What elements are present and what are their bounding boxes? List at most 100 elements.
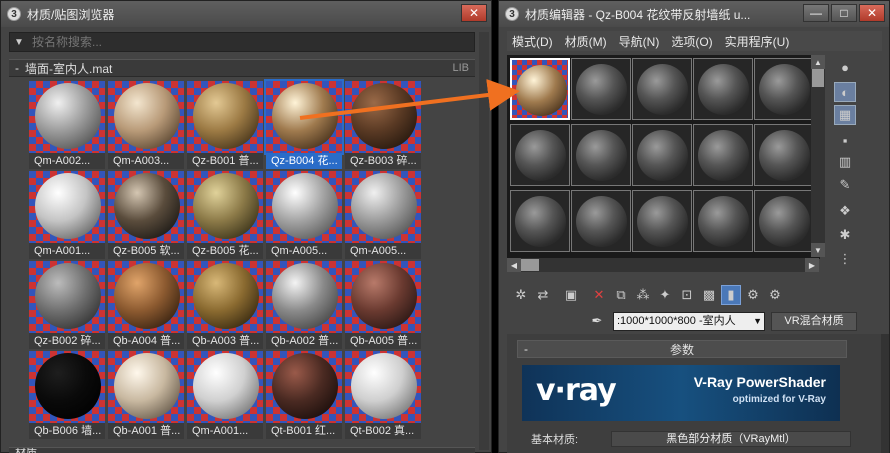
scroll-left-icon[interactable]: ◀ [507,258,521,272]
reset-map-icon[interactable]: ✕ [589,285,609,305]
menu-material[interactable]: 材质(M) [565,33,607,50]
material-name-label: Qz-B005 花... [187,243,263,259]
sample-slot[interactable] [571,124,631,186]
material-thumbnail[interactable]: Qm-A005... [345,171,421,259]
scroll-up-icon[interactable]: ▲ [811,55,825,69]
material-thumbnail[interactable]: Qb-B006 墙... [29,351,105,439]
material-thumbnail[interactable]: Qb-A002 普... [266,261,342,349]
make-copy-icon[interactable]: ⧉ [611,285,631,305]
material-thumbnail[interactable]: Qm-A003... [108,81,184,169]
sample-slot[interactable] [754,58,814,120]
vray-banner-title: V-Ray PowerShader [693,374,826,390]
material-map-navigator-icon[interactable]: ⋮ [834,249,856,269]
put-to-library-icon[interactable]: ✦ [655,285,675,305]
browser-vertical-scrollbar[interactable] [479,32,489,450]
sample-slot[interactable] [632,124,692,186]
assign-to-selection-icon[interactable]: ▣ [561,285,581,305]
material-thumbnail[interactable]: Qt-B001 红... [266,351,342,439]
library-rollout-header[interactable]: - 墙面-室内人.mat LIB [9,59,475,77]
editor-maximize-button[interactable]: □ [831,4,857,22]
collapse-minus-icon[interactable]: - [15,61,19,75]
material-type-button[interactable]: VR混合材质 [771,311,857,331]
put-to-scene-icon[interactable]: ⇄ [533,285,553,305]
material-name-label: Qz-B002 碎... [29,333,105,349]
parameters-rollout-header[interactable]: - 参数 [517,340,847,358]
browser-close-button[interactable]: ✕ [461,4,487,22]
browser-titlebar[interactable]: 3 材质/贴图浏览器 ✕ [1,1,491,27]
material-thumbnail[interactable]: Qz-B005 花... [187,171,263,259]
material-id-channel-icon[interactable]: ⊡ [677,285,697,305]
go-forward-sibling-icon[interactable]: ⚙ [765,285,785,305]
sample-slot[interactable] [510,124,570,186]
slots-vertical-scrollbar[interactable]: ▲ ▼ [811,55,825,257]
show-end-result-icon[interactable]: ▮ [721,285,741,305]
background-checker-icon[interactable]: ▦ [834,105,856,125]
scroll-down-icon[interactable]: ▼ [811,243,825,257]
material-thumbnail[interactable]: Qz-B002 碎... [29,261,105,349]
material-thumbnail[interactable]: Qm-A005... [266,171,342,259]
editor-titlebar[interactable]: 3 材质编辑器 - Qz-B004 花纹带反射墙纸 u... — □ ✕ [499,1,889,27]
material-thumbnail[interactable]: Qz-B005 软... [108,171,184,259]
material-name-label: Qb-A004 普... [108,333,184,349]
base-material-button[interactable]: 黑色部分材质（VRayMtl） [611,431,851,447]
sample-slot[interactable] [510,190,570,252]
search-by-name-input[interactable] [28,33,474,51]
sample-slot[interactable] [754,124,814,186]
pick-material-eyedropper-icon[interactable]: ✒ [587,311,607,331]
sample-slot[interactable] [693,190,753,252]
material-sphere [35,353,101,419]
scroll-thumb[interactable] [812,69,824,87]
sample-sphere [637,130,688,181]
material-thumbnail[interactable]: Qb-A003 普... [187,261,263,349]
material-thumbnail[interactable]: Qb-A001 普... [108,351,184,439]
make-unique-icon[interactable]: ⁂ [633,285,653,305]
sample-sphere [515,130,566,181]
show-map-in-viewport-icon[interactable]: ▩ [699,285,719,305]
base-material-row: 基本材质: 黑色部分材质（VRayMtl） [531,430,851,448]
material-preview-image [29,261,105,333]
material-thumbnail[interactable]: Qb-A005 普... [345,261,421,349]
material-thumbnail[interactable]: Qm-A001... [29,171,105,259]
sample-slot-active[interactable] [510,58,570,120]
collapse-minus-icon[interactable]: - [524,342,528,356]
scroll-right-icon[interactable]: ▶ [805,258,819,272]
materials-rollout-header[interactable]: 材质 [9,447,475,453]
material-name-dropdown-icon[interactable]: ▼ [753,313,762,330]
menu-options[interactable]: 选项(O) [671,33,712,50]
menu-utilities[interactable]: 实用程序(U) [725,33,790,50]
go-to-parent-icon[interactable]: ⚙ [743,285,763,305]
sample-slot[interactable] [693,124,753,186]
select-by-material-icon[interactable]: ✱ [834,225,856,245]
sample-slot[interactable] [632,190,692,252]
material-thumbnail[interactable]: Qt-B002 真... [345,351,421,439]
video-color-check-icon[interactable]: ▥ [834,152,856,172]
params-scrollbar[interactable] [881,334,889,453]
sample-slot[interactable] [632,58,692,120]
sample-slot[interactable] [693,58,753,120]
options-icon[interactable]: ❖ [834,201,856,221]
material-sphere [193,353,259,419]
material-thumbnail[interactable]: Qz-B001 普... [187,81,263,169]
material-thumbnail[interactable]: Qz-B004 花... [264,79,344,169]
options-dropdown-icon[interactable]: ▼ [10,33,28,51]
scroll-thumb[interactable] [521,259,539,271]
sample-slot[interactable] [571,190,631,252]
sample-slot[interactable] [754,190,814,252]
sample-slot[interactable] [571,58,631,120]
make-preview-icon[interactable]: ✎ [834,175,856,195]
menu-navigation[interactable]: 导航(N) [619,33,660,50]
sample-type-sphere-icon[interactable]: ● [834,57,856,77]
editor-close-button[interactable]: ✕ [859,4,885,22]
slots-horizontal-scrollbar[interactable]: ◀ ▶ [507,258,819,272]
editor-menubar: 模式(D) 材质(M) 导航(N) 选项(O) 实用程序(U) [507,31,882,51]
sample-uv-tiling-icon[interactable]: ▪ [834,130,856,150]
get-material-icon[interactable]: ✲ [511,285,531,305]
material-thumbnail[interactable]: Qm-A002... [29,81,105,169]
menu-mode[interactable]: 模式(D) [512,33,553,50]
material-thumbnail[interactable]: Qb-A004 普... [108,261,184,349]
editor-minimize-button[interactable]: — [803,4,829,22]
material-thumbnail[interactable]: Qm-A001... [187,351,263,439]
material-thumbnail[interactable]: Qz-B003 碎... [345,81,421,169]
backlight-icon[interactable]: ◐ [834,82,856,102]
material-name-field[interactable]: :1000*1000*800 -室内人 ▼ [613,311,765,331]
